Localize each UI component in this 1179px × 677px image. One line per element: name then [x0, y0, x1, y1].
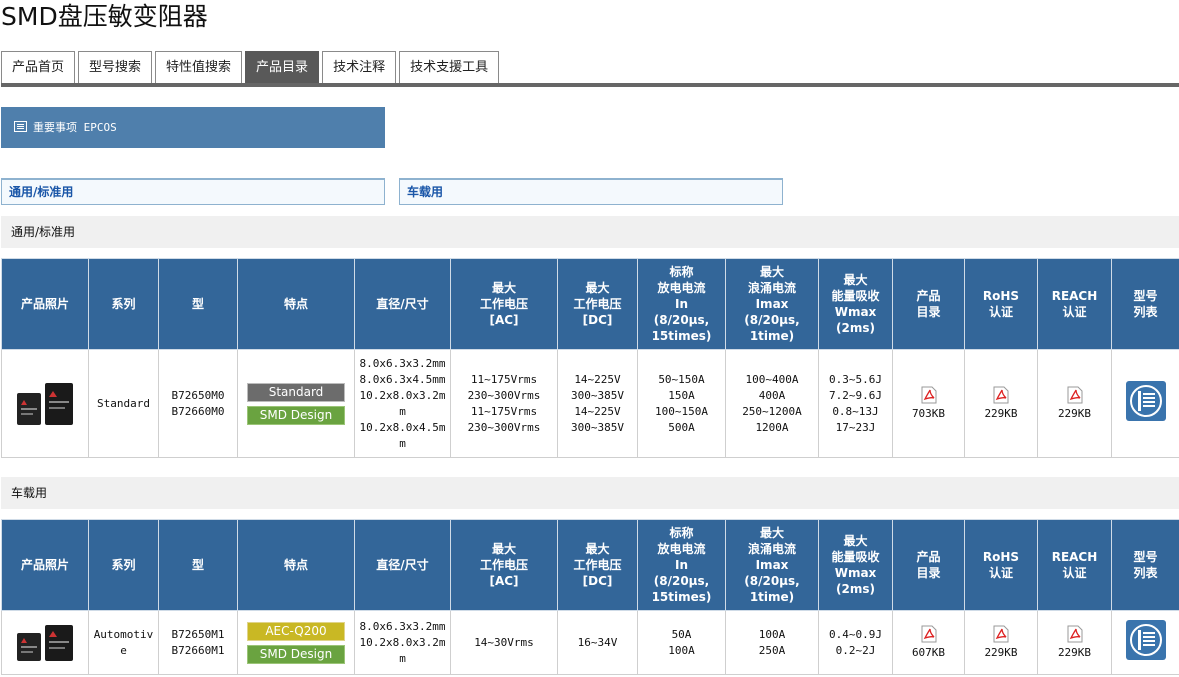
- imax-cell: 100~400A 400A 250~1200A 1200A: [725, 349, 819, 458]
- part-list-cell: [1111, 349, 1179, 458]
- reach-file-size: 229KB: [1057, 645, 1092, 659]
- rohs-file-size: 229KB: [984, 406, 1018, 420]
- product-photo[interactable]: [15, 623, 75, 663]
- feature-badge-standard: Standard: [247, 382, 345, 402]
- vdc-cell: 14~225V 300~385V 14~225V 300~385V: [557, 349, 638, 458]
- anchor-link-general[interactable]: 通用/标准用: [1, 178, 385, 205]
- header-wmax: 最大 能量吸收 Wmax (2ms): [818, 258, 893, 350]
- reach-file-size: 229KB: [1057, 406, 1092, 420]
- vac-cell: 11~175Vrms 230~300Vrms 11~175Vrms 230~30…: [450, 349, 558, 458]
- header-vac: 最大 工作电压 [AC]: [450, 258, 558, 350]
- tab-catalog[interactable]: 产品目录: [245, 51, 320, 83]
- feature-badge-smd-design: SMD Design: [247, 405, 345, 425]
- pdf-icon: [993, 625, 1009, 642]
- type-cell: B72650M0 B72660M0: [158, 349, 238, 458]
- header-part-list: 型号 列表: [1111, 258, 1179, 350]
- series-cell: Automotive: [88, 610, 159, 675]
- type-cell: B72650M1 B72660M1: [158, 610, 238, 675]
- header-dimensions: 直径/尺寸: [354, 519, 451, 611]
- header-features: 特点: [237, 519, 355, 611]
- tab-part-search[interactable]: 型号搜索: [78, 51, 153, 83]
- product-table-general: 产品照片 系列 型 特点 直径/尺寸 最大 工作电压 [AC] 最大 工作电压 …: [1, 258, 1179, 458]
- vac-cell: 14~30Vrms: [450, 610, 558, 675]
- in-cell: 50A 100A: [637, 610, 726, 675]
- important-notice-button[interactable]: 重要事项 EPCOS: [1, 107, 385, 148]
- catalog-download[interactable]: 703KB: [892, 349, 965, 458]
- nav-tabs: 产品首页 型号搜索 特性值搜索 产品目录 技术注释 技术支援工具: [1, 51, 502, 84]
- header-type: 型: [158, 519, 238, 611]
- header-catalog: 产品 目录: [892, 258, 965, 350]
- reach-download[interactable]: 229KB: [1037, 349, 1112, 458]
- header-vac: 最大 工作电压 [AC]: [450, 519, 558, 611]
- dimensions-cell: 8.0x6.3x3.2mm 8.0x6.3x4.5mm 10.2x8.0x3.2…: [354, 349, 451, 458]
- table-row: Standard B72650M0 B72660M0 Standard SMD …: [1, 349, 1179, 458]
- product-photo[interactable]: [15, 381, 75, 427]
- header-series: 系列: [88, 258, 159, 350]
- header-type: 型: [158, 258, 238, 350]
- header-vdc: 最大 工作电压 [DC]: [557, 258, 638, 350]
- feature-badge-smd-design: SMD Design: [247, 644, 345, 664]
- pdf-icon: [921, 625, 936, 642]
- header-photo: 产品照片: [1, 519, 89, 611]
- wmax-cell: 0.3~5.6J 7.2~9.6J 0.8~13J 17~23J: [818, 349, 893, 458]
- tab-technical-notes[interactable]: 技术注释: [322, 51, 397, 83]
- product-photo-cell: [1, 610, 89, 675]
- header-rohs: RoHS 认证: [964, 258, 1038, 350]
- vdc-cell: 16~34V: [557, 610, 638, 675]
- in-cell: 50~150A 150A 100~150A 500A: [637, 349, 726, 458]
- catalog-download[interactable]: 607KB: [892, 610, 965, 675]
- product-photo-cell: [1, 349, 89, 458]
- header-reach: REACH 认证: [1037, 258, 1112, 350]
- pdf-icon: [1067, 386, 1082, 403]
- pdf-icon: [921, 386, 936, 403]
- document-icon: [14, 121, 27, 132]
- part-list-icon[interactable]: [1125, 381, 1166, 421]
- catalog-file-size: 703KB: [911, 406, 946, 420]
- header-part-list: 型号 列表: [1111, 519, 1179, 611]
- table-header-row: 产品照片 系列 型 特点 直径/尺寸 最大 工作电压 [AC] 最大 工作电压 …: [1, 519, 1179, 611]
- pdf-icon: [1067, 625, 1082, 642]
- page-title: SMD盘压敏变阻器: [1, 2, 208, 31]
- header-rohs: RoHS 认证: [964, 519, 1038, 611]
- header-imax: 最大 浪涌电流 Imax (8/20µs, 1time): [725, 519, 819, 611]
- section-title-general: 通用/标准用: [1, 216, 1179, 248]
- rohs-file-size: 229KB: [984, 645, 1018, 659]
- reach-download[interactable]: 229KB: [1037, 610, 1112, 675]
- part-list-icon[interactable]: [1125, 620, 1166, 660]
- pdf-icon: [993, 386, 1009, 403]
- tab-characteristic-search[interactable]: 特性值搜索: [155, 51, 243, 83]
- header-photo: 产品照片: [1, 258, 89, 350]
- series-cell: Standard: [88, 349, 159, 458]
- features-cell: Standard SMD Design: [237, 349, 355, 458]
- header-dimensions: 直径/尺寸: [354, 258, 451, 350]
- section-title-automotive: 车载用: [1, 477, 1179, 509]
- feature-badge-aec-q200: AEC-Q200: [247, 621, 345, 641]
- header-in: 标称 放电电流 In (8/20µs, 15times): [637, 258, 726, 350]
- header-imax: 最大 浪涌电流 Imax (8/20µs, 1time): [725, 258, 819, 350]
- header-vdc: 最大 工作电压 [DC]: [557, 519, 638, 611]
- imax-cell: 100A 250A: [725, 610, 819, 675]
- tab-support-tools[interactable]: 技术支援工具: [399, 51, 500, 83]
- header-features: 特点: [237, 258, 355, 350]
- rohs-download[interactable]: 229KB: [964, 349, 1038, 458]
- wmax-cell: 0.4~0.9J 0.2~2J: [818, 610, 893, 675]
- dimensions-cell: 8.0x6.3x3.2mm 10.2x8.0x3.2mm: [354, 610, 451, 675]
- product-table-automotive: 产品照片 系列 型 特点 直径/尺寸 最大 工作电压 [AC] 最大 工作电压 …: [1, 519, 1179, 675]
- header-series: 系列: [88, 519, 159, 611]
- catalog-file-size: 607KB: [911, 645, 946, 659]
- table-row: Automotive B72650M1 B72660M1 AEC-Q200 SM…: [1, 610, 1179, 675]
- features-cell: AEC-Q200 SMD Design: [237, 610, 355, 675]
- rohs-download[interactable]: 229KB: [964, 610, 1038, 675]
- header-in: 标称 放电电流 In (8/20µs, 15times): [637, 519, 726, 611]
- part-list-cell: [1111, 610, 1179, 675]
- header-wmax: 最大 能量吸收 Wmax (2ms): [818, 519, 893, 611]
- header-catalog: 产品 目录: [892, 519, 965, 611]
- table-header-row: 产品照片 系列 型 特点 直径/尺寸 最大 工作电压 [AC] 最大 工作电压 …: [1, 258, 1179, 350]
- tab-underline: [1, 83, 1179, 87]
- anchor-link-automotive[interactable]: 车载用: [399, 178, 783, 205]
- tab-home[interactable]: 产品首页: [1, 51, 76, 83]
- notice-label: 重要事项 EPCOS: [33, 121, 117, 134]
- header-reach: REACH 认证: [1037, 519, 1112, 611]
